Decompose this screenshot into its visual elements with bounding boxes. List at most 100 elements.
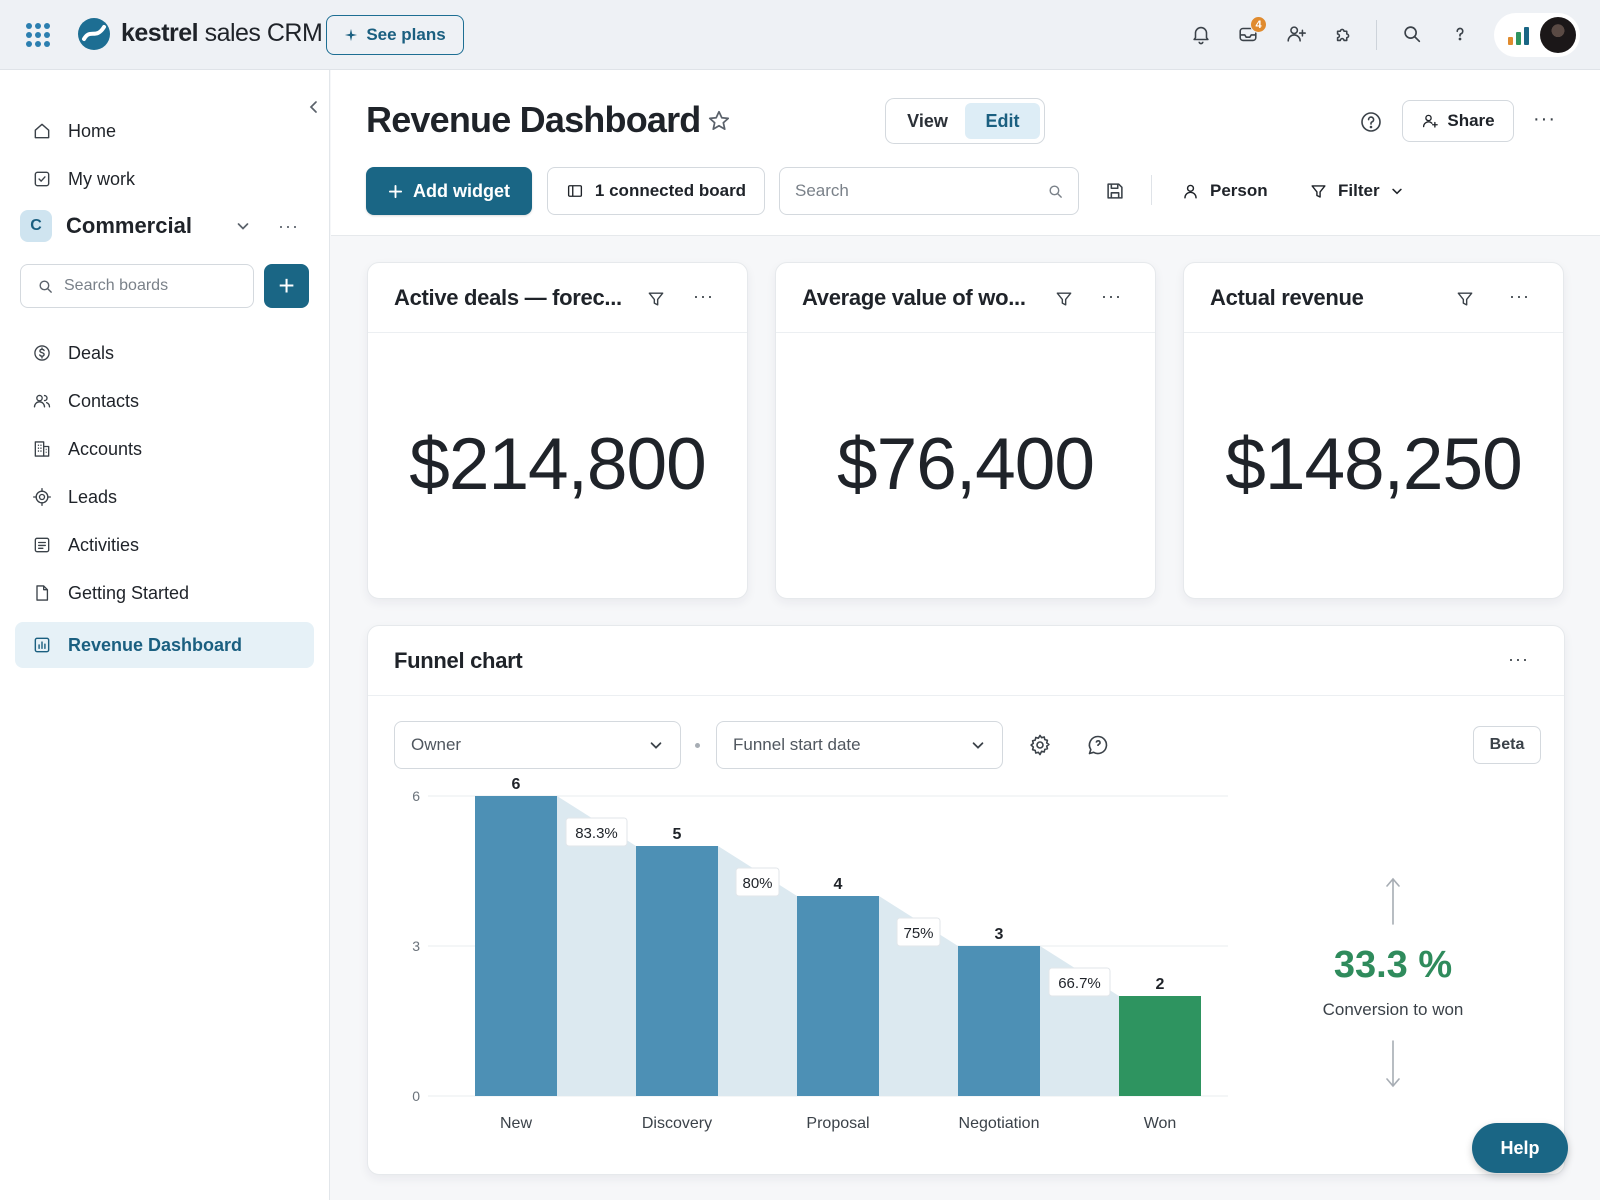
top-bar: kestrel sales CRM See plans 4 — [0, 0, 1600, 70]
widget-header: Funnel chart ··· — [368, 626, 1564, 696]
see-plans-button[interactable]: See plans — [326, 15, 464, 55]
filter-icon[interactable] — [1054, 289, 1074, 309]
bar-value-label: 6 — [512, 776, 521, 793]
widget-header: Active deals — forec... ··· — [368, 263, 747, 333]
search-icon — [1049, 184, 1062, 198]
arrow-down-icon — [1386, 1040, 1400, 1088]
bar-value-label: 2 — [1156, 976, 1165, 993]
widget-more-icon[interactable]: ··· — [693, 286, 717, 306]
invite-user-icon[interactable] — [1282, 20, 1310, 48]
x-category-label: Proposal — [806, 1115, 869, 1132]
view-edit-toggle: View Edit — [885, 98, 1045, 144]
contacts-icon — [31, 390, 53, 412]
save-icon[interactable] — [1104, 180, 1126, 202]
view-mode-button[interactable]: View — [890, 103, 965, 139]
sidebar-item-deals[interactable]: Deals — [15, 330, 314, 376]
brand-name: kestrel sales CRM — [121, 19, 323, 47]
widget-header: Actual revenue ··· — [1184, 263, 1563, 333]
share-button[interactable]: Share — [1402, 100, 1514, 142]
add-widget-button[interactable]: Add widget — [366, 167, 532, 215]
search-boards-field[interactable] — [20, 264, 254, 308]
workspace-more-icon[interactable]: ··· — [278, 216, 302, 236]
chevron-down-icon[interactable] — [234, 217, 252, 235]
sidebar-item-contacts[interactable]: Contacts — [15, 378, 314, 424]
filter-button[interactable]: Filter — [1309, 176, 1404, 206]
add-board-button[interactable]: + — [264, 264, 309, 308]
sidebar-item-leads[interactable]: Leads — [15, 474, 314, 520]
apps-grid-icon[interactable] — [26, 23, 50, 47]
person-filter-button[interactable]: Person — [1181, 176, 1268, 206]
bell-icon[interactable] — [1187, 20, 1215, 48]
avatar[interactable] — [1540, 17, 1576, 53]
bar-value-label: 4 — [834, 876, 843, 893]
x-category-label: Won — [1144, 1115, 1177, 1132]
widget-more-icon[interactable]: ··· — [1509, 286, 1533, 306]
widget-header: Average value of wo... ··· — [776, 263, 1155, 333]
connected-board-button[interactable]: 1 connected board — [547, 167, 765, 215]
funnel-start-date-select[interactable]: Funnel start date — [716, 721, 1003, 769]
page-title: Revenue Dashboard — [366, 99, 701, 140]
bar-value-label: 5 — [673, 826, 682, 843]
sidebar-item-activities[interactable]: Activities — [15, 522, 314, 568]
widget-actual-revenue: Actual revenue ··· $148,250 — [1183, 262, 1564, 599]
widget-title: Average value of wo... — [802, 285, 1026, 310]
comment-icon[interactable] — [1086, 733, 1110, 757]
widget-active-deals: Active deals — forec... ··· $214,800 — [367, 262, 748, 599]
document-icon — [31, 582, 53, 604]
search-icon[interactable] — [1398, 20, 1426, 48]
star-icon[interactable] — [706, 108, 732, 134]
widget-value: $76,400 — [837, 424, 1095, 505]
inbox-badge: 4 — [1250, 16, 1267, 33]
question-circle-icon[interactable] — [1359, 110, 1383, 134]
chevron-down-icon — [972, 742, 984, 749]
checkbox-icon — [31, 168, 53, 190]
step-conversion-label: 66.7% — [1058, 975, 1101, 992]
puzzle-icon[interactable] — [1330, 20, 1358, 48]
help-icon[interactable] — [1446, 20, 1474, 48]
sidebar-item-getting-started[interactable]: Getting Started — [15, 570, 314, 616]
widget-more-icon[interactable]: ··· — [1101, 286, 1125, 306]
funnel-start-date-value: Funnel start date — [733, 735, 861, 754]
workspace-selector[interactable]: C Commercial ··· — [20, 208, 315, 244]
chevron-down-icon — [650, 742, 662, 749]
connected-board-label: 1 connected board — [594, 181, 747, 200]
arrow-up-icon — [1386, 877, 1400, 925]
funnel-bar — [636, 846, 718, 1096]
funnel-bar — [475, 796, 557, 1096]
sidebar-item-accounts[interactable]: Accounts — [15, 426, 314, 472]
sidebar-item-home[interactable]: Home — [15, 108, 314, 154]
profile-menu[interactable] — [1494, 13, 1580, 57]
add-person-icon — [1423, 114, 1439, 128]
sidebar-item-label: Deals — [68, 342, 115, 363]
widget-value: $148,250 — [1225, 424, 1522, 505]
dashboard-header: Revenue Dashboard View Edit Share ··· Ad… — [331, 70, 1600, 236]
step-conversion-label: 75% — [903, 925, 933, 942]
dashboard-search-input[interactable] — [795, 181, 1047, 201]
more-options-icon[interactable]: ··· — [1533, 108, 1559, 132]
home-icon — [31, 120, 53, 142]
collapse-sidebar-icon[interactable] — [305, 98, 323, 116]
list-icon — [31, 534, 53, 556]
sidebar-item-label: Activities — [68, 534, 140, 555]
funnel-bar — [797, 896, 879, 1096]
help-button[interactable]: Help — [1472, 1123, 1568, 1173]
kestrel-logo[interactable] — [78, 18, 110, 50]
sidebar-item-label: My work — [68, 168, 135, 189]
sidebar-item-label: Contacts — [68, 390, 140, 411]
edit-mode-button[interactable]: Edit — [965, 103, 1040, 139]
sidebar-item-label: Accounts — [68, 438, 143, 459]
sparkle-icon — [345, 28, 358, 42]
widget-title: Actual revenue — [1210, 285, 1364, 310]
y-tick-label: 3 — [412, 938, 420, 954]
widget-more-icon[interactable]: ··· — [1508, 649, 1532, 669]
widget-title: Active deals — forec... — [394, 285, 622, 310]
filter-icon[interactable] — [646, 289, 666, 309]
sidebar-item-my-work[interactable]: My work — [15, 156, 314, 202]
filter-icon[interactable] — [1455, 289, 1475, 309]
dashboard-search-field[interactable] — [779, 167, 1079, 215]
owner-select[interactable]: Owner — [394, 721, 681, 769]
sidebar-item-revenue-dashboard[interactable]: Revenue Dashboard — [15, 622, 314, 668]
search-boards-input[interactable] — [64, 277, 234, 295]
settings-gear-icon[interactable] — [1028, 733, 1052, 757]
y-tick-label: 6 — [412, 788, 420, 804]
